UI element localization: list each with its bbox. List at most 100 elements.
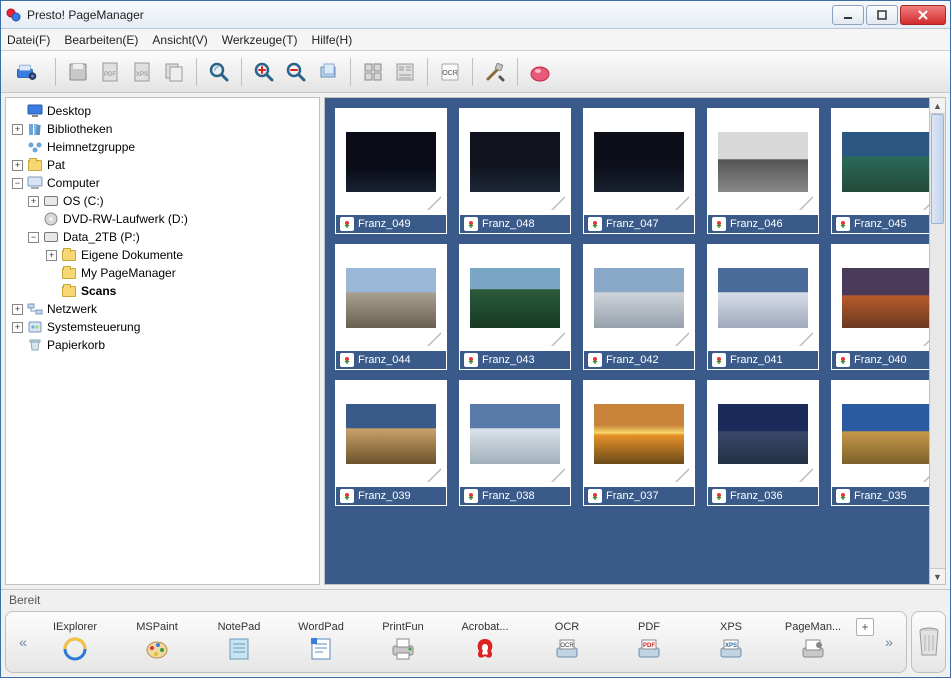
thumbnail-item[interactable]: Franz_042 bbox=[583, 244, 695, 370]
vertical-scrollbar[interactable]: ▲ ▼ bbox=[929, 98, 945, 584]
menu-tools[interactable]: Werkzeuge(T) bbox=[222, 33, 298, 47]
launcher-next[interactable]: » bbox=[880, 634, 898, 650]
thumbnail-label: Franz_042 bbox=[606, 354, 659, 366]
zoom-out-button[interactable] bbox=[282, 58, 310, 86]
tree-mypm[interactable]: My PageManager bbox=[10, 264, 315, 282]
ocr-button[interactable]: OCR bbox=[436, 58, 464, 86]
thumbnail-item[interactable]: Franz_043 bbox=[459, 244, 571, 370]
launcher-tray: « IExplorerMSPaintNotePadWordPadPrintFun… bbox=[5, 611, 907, 673]
close-button[interactable] bbox=[900, 5, 946, 25]
tree-eigene[interactable]: +Eigene Dokumente bbox=[10, 246, 315, 264]
tree-dvd[interactable]: DVD-RW-Laufwerk (D:) bbox=[10, 210, 315, 228]
settings-button[interactable] bbox=[481, 58, 509, 86]
file-type-icon bbox=[712, 353, 726, 367]
thumbnail-item[interactable]: Franz_035 bbox=[831, 380, 929, 506]
launcher-item[interactable]: XPSXPS bbox=[694, 621, 768, 663]
menu-file[interactable]: Datei(F) bbox=[7, 33, 50, 47]
toolbar: PDF XPS OCR bbox=[1, 51, 950, 93]
launcher-item-icon bbox=[143, 635, 171, 663]
launcher-prev[interactable]: « bbox=[14, 634, 32, 650]
thumbnail-footer: Franz_039 bbox=[336, 487, 446, 505]
launcher-add-button[interactable]: + bbox=[856, 618, 874, 636]
menu-help[interactable]: Hilfe(H) bbox=[312, 33, 353, 47]
save-xps-button[interactable]: XPS bbox=[128, 58, 156, 86]
save-pdf-button[interactable]: PDF bbox=[96, 58, 124, 86]
tree-pat[interactable]: +Pat bbox=[10, 156, 315, 174]
launcher-item[interactable]: MSPaint bbox=[120, 621, 194, 663]
launcher-item[interactable]: IExplorer bbox=[38, 621, 112, 663]
tree-heimnetz[interactable]: Heimnetzgruppe bbox=[10, 138, 315, 156]
thumbnail-footer: Franz_044 bbox=[336, 351, 446, 369]
thumbnail-item[interactable]: Franz_040 bbox=[831, 244, 929, 370]
tree-computer[interactable]: −Computer bbox=[10, 174, 315, 192]
scroll-down-button[interactable]: ▼ bbox=[930, 568, 945, 584]
thumbnail-item[interactable]: Franz_049 bbox=[335, 108, 447, 234]
trash-target[interactable] bbox=[911, 611, 946, 673]
tree-papierkorb[interactable]: Papierkorb bbox=[10, 336, 315, 354]
thumbnail-footer: Franz_037 bbox=[584, 487, 694, 505]
thumbnail-image bbox=[588, 385, 690, 483]
view-detail-button[interactable] bbox=[391, 58, 419, 86]
launcher-item-icon: OCR bbox=[553, 635, 581, 663]
folder-tree[interactable]: Desktop +Bibliotheken Heimnetzgruppe +Pa… bbox=[5, 97, 320, 585]
file-type-icon bbox=[464, 353, 478, 367]
minimize-button[interactable] bbox=[832, 5, 864, 25]
launcher-item[interactable]: PageMan... bbox=[776, 621, 850, 663]
thumbnail-footer: Franz_038 bbox=[460, 487, 570, 505]
thumbnail-item[interactable]: Franz_045 bbox=[831, 108, 929, 234]
tree-data2tb[interactable]: −Data_2TB (P:) bbox=[10, 228, 315, 246]
tree-system[interactable]: +Systemsteuerung bbox=[10, 318, 315, 336]
thumbnail-item[interactable]: Franz_048 bbox=[459, 108, 571, 234]
dogear-icon bbox=[551, 196, 565, 210]
launcher-item[interactable]: WordPad bbox=[284, 621, 358, 663]
thumbnail-item[interactable]: Franz_047 bbox=[583, 108, 695, 234]
scan-button[interactable] bbox=[7, 55, 47, 89]
launcher-item[interactable]: PrintFun bbox=[366, 621, 440, 663]
thumbnail-item[interactable]: Franz_037 bbox=[583, 380, 695, 506]
launcher-item-label: XPS bbox=[720, 621, 742, 633]
maximize-button[interactable] bbox=[866, 5, 898, 25]
tree-bibliotheken[interactable]: +Bibliotheken bbox=[10, 120, 315, 138]
launcher-item[interactable]: Acrobat... bbox=[448, 621, 522, 663]
scroll-thumb[interactable] bbox=[931, 114, 944, 224]
delete-button[interactable] bbox=[526, 58, 554, 86]
thumbnail-item[interactable]: Franz_046 bbox=[707, 108, 819, 234]
tree-desktop[interactable]: Desktop bbox=[10, 102, 315, 120]
thumbnail-item[interactable]: Franz_044 bbox=[335, 244, 447, 370]
scroll-up-button[interactable]: ▲ bbox=[930, 98, 945, 114]
file-type-icon bbox=[340, 489, 354, 503]
launcher-item[interactable]: PDFPDF bbox=[612, 621, 686, 663]
thumbnail-item[interactable]: Franz_038 bbox=[459, 380, 571, 506]
rotate-button[interactable] bbox=[314, 58, 342, 86]
status-text: Bereit bbox=[9, 593, 40, 607]
title-bar[interactable]: Presto! PageManager bbox=[1, 1, 950, 29]
save-button[interactable] bbox=[64, 58, 92, 86]
search-button[interactable] bbox=[205, 58, 233, 86]
launcher-item-icon bbox=[307, 635, 335, 663]
launcher-item-icon bbox=[61, 635, 89, 663]
launcher-item-icon bbox=[225, 635, 253, 663]
tree-os-c[interactable]: +OS (C:) bbox=[10, 192, 315, 210]
thumbnail-item[interactable]: Franz_041 bbox=[707, 244, 819, 370]
thumbnail-item[interactable]: Franz_036 bbox=[707, 380, 819, 506]
scroll-track[interactable] bbox=[930, 114, 945, 568]
zoom-in-button[interactable] bbox=[250, 58, 278, 86]
svg-text:XPS: XPS bbox=[136, 72, 148, 78]
launcher-item[interactable]: OCROCR bbox=[530, 621, 604, 663]
svg-text:OCR: OCR bbox=[560, 643, 574, 649]
svg-text:OCR: OCR bbox=[442, 70, 458, 77]
file-type-icon bbox=[464, 489, 478, 503]
dogear-icon bbox=[675, 468, 689, 482]
copy-button[interactable] bbox=[160, 58, 188, 86]
menu-edit[interactable]: Bearbeiten(E) bbox=[64, 33, 138, 47]
thumbnail-label: Franz_046 bbox=[730, 218, 783, 230]
view-thumb-button[interactable] bbox=[359, 58, 387, 86]
dogear-icon bbox=[799, 196, 813, 210]
menu-view[interactable]: Ansicht(V) bbox=[152, 33, 207, 47]
thumbnail-item[interactable]: Franz_039 bbox=[335, 380, 447, 506]
thumbnail-label: Franz_041 bbox=[730, 354, 783, 366]
tree-scans[interactable]: Scans bbox=[10, 282, 315, 300]
thumbnail-footer: Franz_049 bbox=[336, 215, 446, 233]
tree-netzwerk[interactable]: +Netzwerk bbox=[10, 300, 315, 318]
launcher-item[interactable]: NotePad bbox=[202, 621, 276, 663]
